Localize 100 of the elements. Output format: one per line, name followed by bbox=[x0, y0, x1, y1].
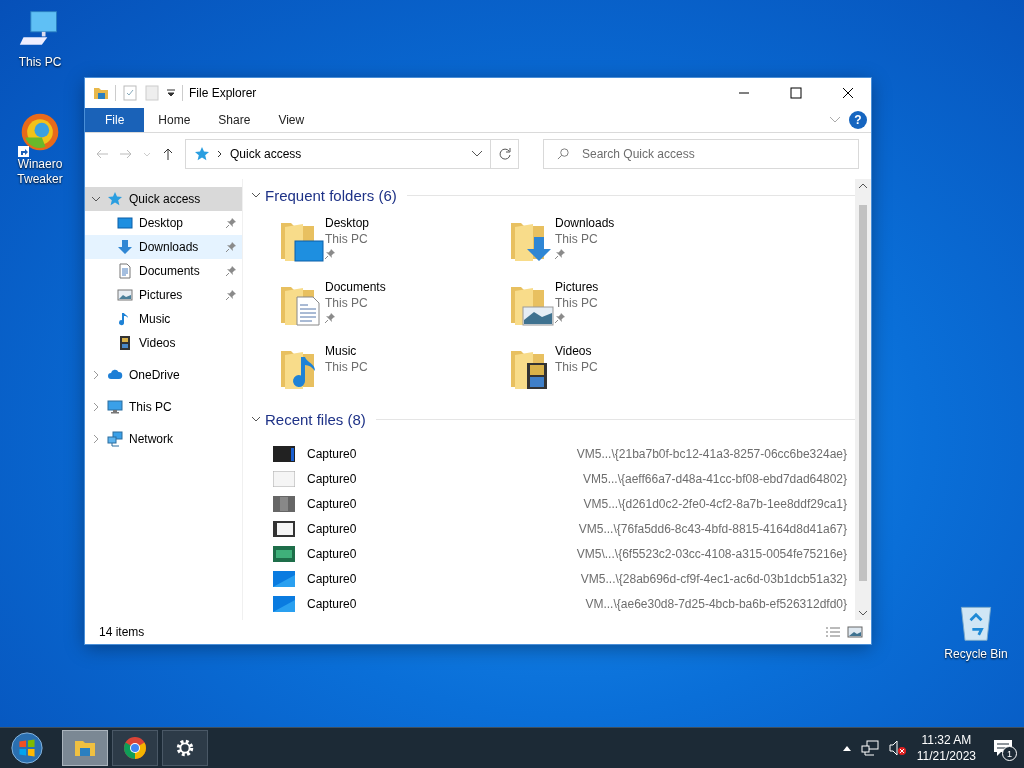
desktop-icon bbox=[117, 215, 133, 231]
desktop-icon-label[interactable]: Recycle Bin bbox=[944, 647, 1008, 662]
ribbon-tab[interactable]: Share bbox=[204, 108, 265, 132]
dropdown-icon[interactable] bbox=[471, 150, 483, 158]
file-path: VM...\{ae6e30d8-7d25-4bcb-ba6b-ef526312dfd0} bbox=[585, 596, 847, 611]
refresh-icon[interactable] bbox=[497, 147, 512, 161]
pin-icon bbox=[555, 313, 565, 323]
folder-location: This PC bbox=[325, 231, 369, 247]
pin-icon bbox=[226, 242, 236, 252]
close-icon[interactable] bbox=[842, 87, 854, 99]
chevron-down-icon[interactable] bbox=[91, 194, 101, 204]
desktop-icon-label[interactable]: This PC bbox=[18, 55, 62, 70]
refresh-button[interactable] bbox=[491, 139, 519, 169]
scroll-up-icon[interactable] bbox=[858, 183, 868, 189]
chevron-down-icon[interactable] bbox=[251, 190, 261, 200]
show-hidden-icons-icon[interactable] bbox=[842, 745, 851, 751]
file-menu-button[interactable]: File bbox=[85, 108, 145, 132]
scrollbar-thumb[interactable] bbox=[859, 205, 867, 581]
up-button[interactable] bbox=[161, 147, 175, 161]
file-name[interactable]: Capture0 bbox=[307, 446, 577, 461]
address-bar[interactable]: Quick access bbox=[185, 139, 491, 169]
chevron-right-icon bbox=[216, 150, 224, 158]
notifications-button[interactable]: 1 bbox=[986, 731, 1020, 765]
browser-logo-icon[interactable] bbox=[123, 736, 147, 760]
folder-location: This PC bbox=[325, 295, 369, 311]
file-name[interactable]: Capture0 bbox=[307, 571, 581, 586]
file-name[interactable]: Capture0 bbox=[307, 546, 577, 561]
nav-item[interactable]: Videos bbox=[85, 331, 242, 355]
file-path: VM5\...\{6f5523c2-03cc-4108-a315-0054fe75216e} bbox=[576, 546, 847, 561]
window-title: File Explorer bbox=[189, 86, 258, 100]
nav-item[interactable]: Quick access bbox=[85, 187, 242, 211]
image-thumbnail bbox=[273, 445, 295, 462]
shortcut-arrow-icon bbox=[18, 146, 29, 157]
desktop-icon-label[interactable]: Winaero Tweaker bbox=[2, 157, 78, 187]
nav-item[interactable]: Desktop bbox=[85, 211, 242, 235]
nav-item[interactable]: OneDrive bbox=[85, 363, 242, 387]
download-icon bbox=[117, 239, 133, 255]
chevron-right-icon[interactable] bbox=[91, 370, 101, 380]
volume-icon[interactable] bbox=[888, 740, 907, 756]
folder-name[interactable]: Videos bbox=[555, 343, 598, 359]
folder-location: This PC bbox=[555, 359, 598, 375]
clock-date[interactable]: 11/21/2023 bbox=[916, 748, 976, 764]
large-icons-view-icon[interactable] bbox=[847, 626, 863, 638]
scrollbar[interactable] bbox=[855, 179, 871, 620]
nav-item[interactable]: Documents bbox=[85, 259, 242, 283]
folder-name[interactable]: Downloads bbox=[555, 215, 615, 231]
folder-name[interactable]: Music bbox=[325, 343, 368, 359]
section-heading[interactable]: Frequent folders (6) bbox=[265, 186, 397, 204]
pin-icon bbox=[555, 249, 565, 259]
pin-icon bbox=[325, 249, 335, 259]
folder-location: This PC bbox=[555, 295, 599, 311]
image-thumbnail bbox=[273, 595, 295, 612]
folder-location: This PC bbox=[555, 231, 599, 247]
image-thumbnail bbox=[273, 470, 295, 487]
windows-logo-icon[interactable] bbox=[10, 731, 44, 765]
file-path: VM5...\{aeff66a7-d48a-41cc-bf08-ebd7dad64802} bbox=[583, 471, 847, 486]
chevron-right-icon[interactable] bbox=[91, 434, 101, 444]
search-icon[interactable] bbox=[557, 147, 570, 160]
pin-icon bbox=[226, 218, 236, 228]
file-name[interactable]: Capture0 bbox=[307, 496, 584, 511]
nav-item[interactable]: Network bbox=[85, 427, 242, 451]
network-icon bbox=[107, 431, 123, 447]
file-name[interactable]: Capture0 bbox=[307, 596, 586, 611]
star-icon bbox=[107, 191, 123, 207]
file-path: VM5...\{76fa5dd6-8c43-4bfd-8815-4164d8d41a67} bbox=[578, 521, 847, 536]
folder-icon bbox=[93, 85, 109, 101]
folder-name[interactable]: Pictures bbox=[555, 279, 599, 295]
item-count: 14 items bbox=[99, 625, 146, 639]
folder-name[interactable]: Desktop bbox=[325, 215, 370, 231]
pin-icon bbox=[325, 313, 335, 323]
star-icon bbox=[194, 146, 210, 162]
gear-icon[interactable] bbox=[174, 737, 196, 759]
scroll-down-icon[interactable] bbox=[858, 610, 868, 616]
ribbon-tab[interactable]: View bbox=[264, 108, 319, 132]
settings-taskbar-button[interactable] bbox=[162, 730, 208, 766]
search-field[interactable]: Search Quick access bbox=[543, 139, 859, 169]
pc-icon bbox=[107, 399, 123, 415]
image-thumbnail bbox=[273, 520, 295, 537]
file-name[interactable]: Capture0 bbox=[307, 471, 583, 486]
file-path: VM5...\{28ab696d-cf9f-4ec1-ac6d-03b1dcb51a32} bbox=[580, 571, 847, 586]
section-heading[interactable]: Recent files (8) bbox=[265, 410, 366, 428]
nav-item[interactable]: Downloads bbox=[85, 235, 242, 259]
address-location[interactable]: Quick access bbox=[230, 147, 302, 161]
dropdown-icon[interactable] bbox=[166, 88, 176, 98]
pin-icon bbox=[226, 290, 236, 300]
document-icon bbox=[117, 263, 133, 279]
chevron-right-icon[interactable] bbox=[91, 402, 101, 412]
folder-name[interactable]: Documents bbox=[325, 279, 386, 295]
help-button[interactable]: ? bbox=[849, 111, 867, 129]
maximize-icon[interactable] bbox=[790, 87, 802, 99]
clock-time[interactable]: 11:32 AM bbox=[921, 732, 972, 748]
file-name[interactable]: Capture0 bbox=[307, 521, 579, 536]
nav-item[interactable]: Music bbox=[85, 307, 242, 331]
chevron-down-icon[interactable] bbox=[251, 414, 261, 424]
network-icon[interactable] bbox=[860, 740, 879, 756]
nav-item[interactable]: Pictures bbox=[85, 283, 242, 307]
nav-item[interactable]: This PC bbox=[85, 395, 242, 419]
browser-taskbar-button[interactable] bbox=[112, 730, 158, 766]
ribbon-tab[interactable]: Home bbox=[144, 108, 205, 132]
folder-location: This PC bbox=[325, 359, 368, 375]
